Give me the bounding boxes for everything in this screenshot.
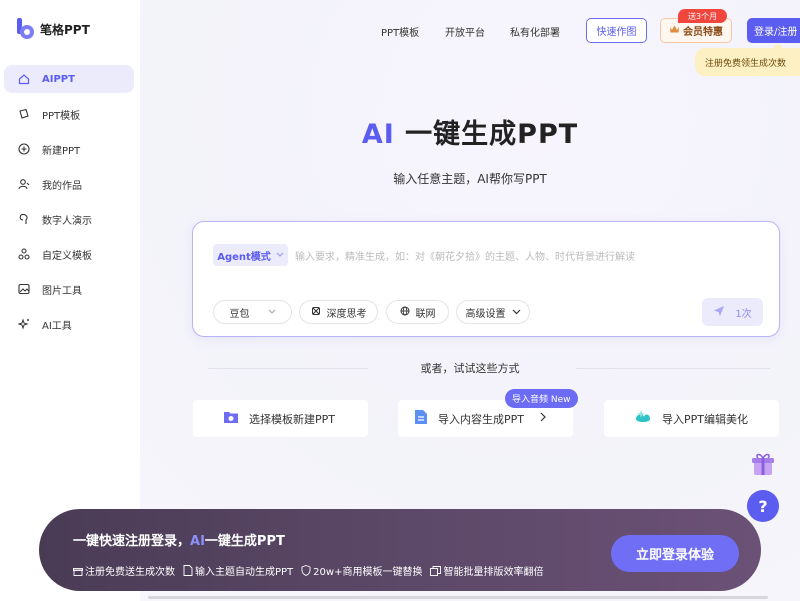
sidebar-item-label: 图片工具 <box>42 285 82 297</box>
banner-feature-label: 注册免费送生成次数 <box>85 567 175 578</box>
model-label: 豆包 <box>229 308 250 320</box>
mode-label: Agent模式 <box>217 251 271 263</box>
nav-link-ppt-template[interactable]: PPT模板 <box>381 24 419 39</box>
sidebar-item-image-tool[interactable]: 图片工具 <box>4 275 134 303</box>
chevron-down-icon <box>512 307 521 318</box>
document-icon <box>414 409 428 428</box>
file-small-icon <box>183 565 193 576</box>
logo[interactable]: 笔格PPT <box>16 18 90 40</box>
top-nav: PPT模板 开放平台 私有化部署 快速作图 会员特惠 送3个月 登录/注册 <box>140 9 800 44</box>
image-tool-icon <box>18 283 30 295</box>
deep-think-icon <box>311 306 321 319</box>
sidebar-nav: AIPPT PPT模板 新建PPT 我的作品 数字人演示 自定义模板 图片工具 … <box>4 65 134 345</box>
chevron-down-icon <box>276 250 284 261</box>
member-promo-tag: 送3个月 <box>678 9 728 23</box>
sidebar-item-ai-tool[interactable]: AI工具 <box>4 310 134 338</box>
sidebar-item-label: 自定义模板 <box>42 250 92 262</box>
nav-link-private-deploy[interactable]: 私有化部署 <box>510 24 560 39</box>
sidebar-item-aippt[interactable]: AIPPT <box>4 65 134 93</box>
model-select[interactable]: 豆包 <box>213 300 292 324</box>
mode-select[interactable]: Agent模式 <box>213 244 288 266</box>
deep-think-toggle[interactable]: 深度思考 <box>299 300 378 324</box>
hero-subtitle: 输入任意主题，AI帮你写PPT <box>393 172 547 186</box>
login-register-button[interactable]: 登录/注册 <box>747 18 800 43</box>
banner-feature: 智能批量排版效率翻倍 <box>430 563 543 578</box>
sidebar-item-label: 数字人演示 <box>42 215 92 227</box>
prompt-card: Agent模式 输入要求，精准生成，如：对《朝花夕拾》的主题、人物、时代背景进行… <box>192 221 780 337</box>
plus-circle-icon <box>18 143 30 155</box>
login-now-button[interactable]: 立即登录体验 <box>611 535 739 572</box>
sparkle-icon <box>18 318 30 330</box>
gift-small-icon <box>73 566 83 576</box>
send-icon <box>713 305 725 320</box>
sidebar-item-label: PPT模板 <box>42 110 81 122</box>
custom-template-icon <box>18 248 30 260</box>
sidebar-item-my-works[interactable]: 我的作品 <box>4 170 134 198</box>
nav-link-open-platform[interactable]: 开放平台 <box>445 24 485 39</box>
sidebar-item-label: AI工具 <box>42 320 72 332</box>
send-count: 1次 <box>735 308 752 320</box>
advanced-settings-label: 高级设置 <box>465 308 506 320</box>
chevron-down-icon <box>268 307 276 318</box>
banner-title: 一键快速注册登录，AI一键生成PPT <box>73 530 285 549</box>
sidebar-item-new-ppt[interactable]: 新建PPT <box>4 135 134 163</box>
banner-title-prefix: 一键快速注册登录， <box>73 534 191 549</box>
banner-feature: 20w+商用模板一键替换 <box>301 563 422 578</box>
crown-icon <box>669 24 680 37</box>
web-search-label: 联网 <box>415 308 436 320</box>
logo-icon <box>16 18 36 40</box>
import-audio-new-tag[interactable]: 导入音频 New <box>505 389 578 408</box>
globe-icon <box>400 306 410 319</box>
brand-name: 笔格PPT <box>40 22 90 37</box>
template-icon <box>18 108 30 120</box>
hero-title-rest: 一键生成PPT <box>394 119 579 150</box>
horizontal-scrollbar[interactable] <box>148 596 768 599</box>
banner-title-ai: AI <box>190 534 205 549</box>
advanced-settings-select[interactable]: 高级设置 <box>456 300 530 324</box>
send-button[interactable]: 1次 <box>702 298 763 326</box>
beautify-icon <box>634 409 652 428</box>
login-tip: 注册免费领生成次数 <box>695 43 800 76</box>
member-offer-label: 会员特惠 <box>683 27 723 38</box>
gift-icon[interactable] <box>747 448 779 480</box>
shield-small-icon <box>301 565 311 576</box>
import-beautify-label: 导入PPT编辑美化 <box>662 412 748 426</box>
hero-title-ai: AI <box>361 119 395 150</box>
prompt-input[interactable]: 输入要求，精准生成，如：对《朝花夕拾》的主题、人物、时代背景进行解读 <box>295 244 765 266</box>
user-works-icon <box>18 178 30 190</box>
chevron-right-icon <box>540 412 546 425</box>
sidebar-item-custom-template[interactable]: 自定义模板 <box>4 240 134 268</box>
deep-think-label: 深度思考 <box>326 308 367 320</box>
template-new-label: 选择模板新建PPT <box>249 412 335 426</box>
banner-feature: 注册免费送生成次数 <box>73 563 175 578</box>
help-button[interactable]: ? <box>747 490 779 522</box>
sidebar-item-ppt-template[interactable]: PPT模板 <box>4 100 134 128</box>
banner-feature-label: 20w+商用模板一键替换 <box>313 567 423 578</box>
import-content-label: 导入内容生成PPT <box>438 412 524 426</box>
sidebar-item-digital-human[interactable]: 数字人演示 <box>4 205 134 233</box>
banner-title-suffix: 一键生成PPT <box>204 534 285 549</box>
banner-feature-label: 输入主题自动生成PPT <box>195 567 294 578</box>
folder-icon <box>223 410 239 427</box>
banner-features: 注册免费送生成次数 输入主题自动生成PPT 20w+商用模板一键替换 智能批量排… <box>73 563 543 578</box>
quick-draw-button[interactable]: 快速作图 <box>586 18 647 43</box>
register-banner: 一键快速注册登录，AI一键生成PPT 注册免费送生成次数 输入主题自动生成PPT… <box>39 509 761 591</box>
banner-feature: 输入主题自动生成PPT <box>183 563 293 578</box>
banner-feature-label: 智能批量排版效率翻倍 <box>443 567 544 578</box>
home-icon <box>18 73 30 85</box>
import-beautify-card[interactable]: 导入PPT编辑美化 <box>604 400 779 437</box>
sidebar-item-label: 新建PPT <box>42 145 81 157</box>
sidebar-item-label: 我的作品 <box>42 180 82 192</box>
digital-human-icon <box>18 213 30 225</box>
divider-right <box>576 368 770 369</box>
sidebar-item-label: AIPPT <box>42 73 75 85</box>
hero-title: AI 一键生成PPT <box>140 112 800 151</box>
web-search-toggle[interactable]: 联网 <box>386 300 449 324</box>
template-new-card[interactable]: 选择模板新建PPT <box>193 400 368 437</box>
layers-small-icon <box>430 565 442 576</box>
